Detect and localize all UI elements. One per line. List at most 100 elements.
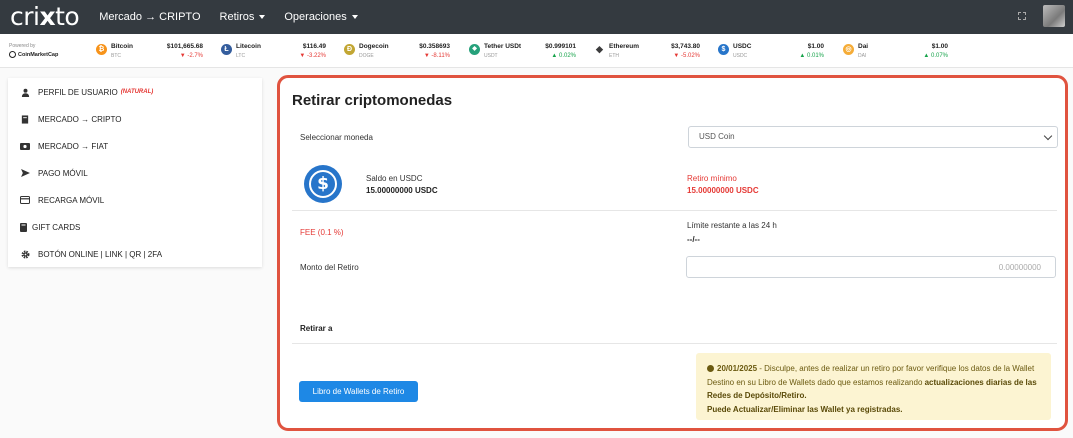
coin-symbol: BTC <box>111 53 121 59</box>
withdraw-card: Retirar criptomonedas Seleccionar moneda… <box>277 75 1068 431</box>
book-icon <box>20 114 30 124</box>
fullscreen-icon[interactable] <box>1018 12 1026 20</box>
coin-symbol: ETH <box>609 53 619 59</box>
card-icon <box>20 195 30 205</box>
coin-symbol: USDC <box>733 53 748 59</box>
sidebar-item-perfil[interactable]: PERFIL DE USUARIO (NATURAL) <box>20 84 153 100</box>
nav-item-operaciones[interactable]: Operaciones <box>284 11 358 23</box>
coinmarketcap-icon <box>9 51 16 58</box>
dogecoin-icon: Ð <box>344 44 355 55</box>
coin-price: $1.00 <box>931 43 948 50</box>
ticker-coin-litecoin[interactable]: Ł Litecoin LTC $116.49 ▼ -3.22% <box>221 42 326 62</box>
coin-change: ▲ 0.07% <box>923 53 948 59</box>
sidebar-item-pago-movil[interactable]: PAGO MÓVIL <box>20 165 88 181</box>
nav-right <box>1018 5 1065 27</box>
min-withdraw-label: Retiro mínimo <box>687 174 737 183</box>
ticker-coin-usdc[interactable]: $ USDC USDC $1.00 ▲ 0.01% <box>718 42 824 62</box>
coin-name: Ethereum <box>609 43 639 50</box>
alert-bold-text-2: Puede Actualizar/Eliminar las Wallet ya … <box>707 404 903 414</box>
send-icon <box>20 168 30 178</box>
sidebar-menu: PERFIL DE USUARIO (NATURAL) MERCADO → CR… <box>8 78 262 267</box>
coin-price: $1.00 <box>807 43 824 50</box>
coin-price: $116.49 <box>302 43 326 50</box>
coin-symbol: DAI <box>858 53 867 59</box>
sidebar-item-mercado-cripto[interactable]: MERCADO → CRIPTO <box>20 111 121 127</box>
wallet-book-button[interactable]: Libro de Wallets de Retiro <box>299 381 418 402</box>
sidebar-item-boton-online[interactable]: BOTÓN ONLINE | LINK | QR | 2FA <box>20 246 162 262</box>
select-coin-label: Seleccionar moneda <box>300 133 373 142</box>
usdc-icon: $ <box>718 44 729 55</box>
coin-select[interactable]: USD Coin <box>688 126 1058 148</box>
coin-name: Dai <box>858 43 869 50</box>
coin-change: ▲ 0.01% <box>799 53 824 59</box>
warning-alert: 20/01/2025 - Disculpe, antes de realizar… <box>696 353 1051 420</box>
coin-symbol: DOGE <box>359 53 374 59</box>
gift-card-icon <box>18 222 28 232</box>
coin-symbol: LTC <box>236 53 246 59</box>
coin-name: Litecoin <box>236 43 261 50</box>
tether-icon: ◆ <box>469 44 480 55</box>
dai-icon: ◎ <box>843 44 854 55</box>
coin-select-value: USD Coin <box>699 132 735 141</box>
coin-name: Bitcoin <box>111 43 134 50</box>
sidebar-item-gift-cards[interactable]: GIFT CARDS <box>18 219 80 235</box>
powered-by-label: Powered by <box>9 43 36 49</box>
user-avatar[interactable] <box>1043 5 1065 27</box>
ticker-coin-ethereum[interactable]: ◆ Ethereum ETH $3,743.80 ▼ -5.02% <box>594 42 700 62</box>
ticker-coin-bitcoin[interactable]: ₿ Bitcoin BTC $101,665.68 ▼ -2.7% <box>96 42 203 62</box>
sidebar-item-recarga-movil[interactable]: RECARGA MÓVIL <box>20 192 104 208</box>
logo-text-prefix: cri <box>10 2 40 31</box>
crixto-logo[interactable]: crixto <box>10 0 80 34</box>
amount-label: Monto del Retiro <box>300 263 359 272</box>
caret-down-icon <box>351 15 358 19</box>
coin-price: $3,743.80 <box>671 43 700 50</box>
coin-change: ▼ -5.02% <box>673 53 700 59</box>
coin-name: Tether USDt <box>484 43 522 50</box>
sidebar-item-label: PERFIL DE USUARIO <box>38 87 118 97</box>
crypto-ticker: Powered by CoinMarketCap ₿ Bitcoin BTC $… <box>0 34 1073 68</box>
nav-menu: Mercado → CRIPTO Retiros Operaciones <box>99 11 377 23</box>
sidebar-item-label: BOTÓN ONLINE | LINK | QR | 2FA <box>38 249 163 259</box>
limit-label: Límite restante a las 24 h <box>687 221 777 230</box>
coin-price: $0.358693 <box>419 43 450 50</box>
sidebar-item-label: PAGO MÓVIL <box>38 168 88 178</box>
alert-date: 20/01/2025 <box>717 364 758 373</box>
sidebar-item-label: RECARGA MÓVIL <box>38 195 105 205</box>
money-icon <box>20 141 30 151</box>
min-withdraw-value: 15.00000000 USDC <box>687 186 759 195</box>
limit-value: --/-- <box>687 235 700 244</box>
usdc-coin-icon: $ <box>304 165 342 203</box>
top-navbar: crixto Mercado → CRIPTO Retiros Operacio… <box>0 0 1073 34</box>
page-title: Retirar criptomonedas <box>292 92 453 109</box>
nav-item-retiros[interactable]: Retiros <box>220 11 266 23</box>
nav-item-label: Retiros <box>219 11 255 23</box>
coin-change: ▼ -8.11% <box>423 53 450 59</box>
coin-change: ▲ 0.02% <box>551 53 576 59</box>
coin-name: Dogecoin <box>359 43 389 50</box>
sidebar-item-mercado-fiat[interactable]: MERCADO → FIAT <box>20 138 108 154</box>
bitcoin-icon: ₿ <box>96 44 107 55</box>
ethereum-icon: ◆ <box>594 44 605 55</box>
powered-by-coinmarketcap[interactable]: Powered by CoinMarketCap <box>9 43 58 58</box>
nav-item-mercado-cripto[interactable]: Mercado → CRIPTO <box>99 11 200 23</box>
sidebar-item-label: MERCADO → FIAT <box>38 141 109 151</box>
ticker-coin-dogecoin[interactable]: Ð Dogecoin DOGE $0.358693 ▼ -8.11% <box>344 42 450 62</box>
provider-name: CoinMarketCap <box>18 51 59 58</box>
nav-item-label: Operaciones <box>284 11 347 23</box>
balance-label: Saldo en USDC <box>366 174 423 183</box>
logo-text-x: x <box>39 2 56 31</box>
amount-input[interactable] <box>687 257 1055 277</box>
coin-symbol: USDT <box>484 53 498 59</box>
coin-price: $101,665.68 <box>166 43 203 50</box>
divider <box>292 343 1057 344</box>
fee-label: FEE (0.1 %) <box>300 228 344 237</box>
nav-item-label: Mercado → CRIPTO <box>99 11 201 23</box>
gear-icon <box>20 249 30 259</box>
amount-field[interactable] <box>686 256 1056 278</box>
ticker-coin-dai[interactable]: ◎ Dai DAI $1.00 ▲ 0.07% <box>843 42 948 62</box>
user-icon <box>20 87 30 97</box>
sidebar-item-label: GIFT CARDS <box>32 222 81 232</box>
coin-price: $0.999101 <box>545 43 576 50</box>
caret-down-icon <box>259 15 266 19</box>
ticker-coin-tether[interactable]: ◆ Tether USDt USDT $0.999101 ▲ 0.02% <box>469 42 576 62</box>
